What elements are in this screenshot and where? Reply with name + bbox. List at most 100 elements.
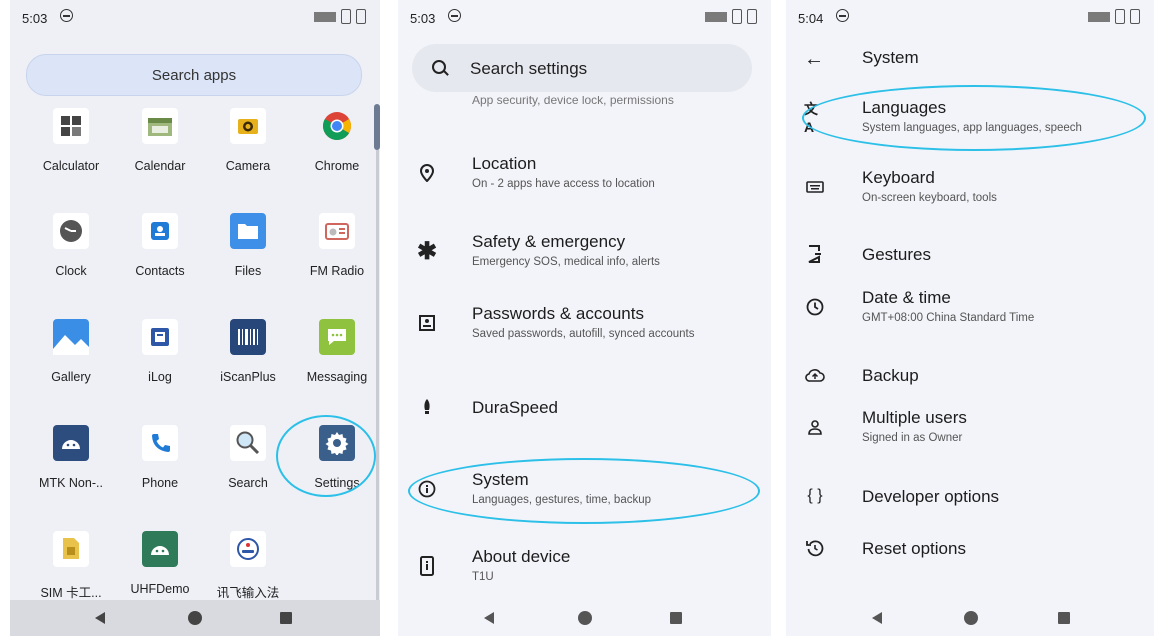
contacts-icon [142,213,178,249]
app-label: SIM 卡工... [40,586,102,600]
app-label: Camera [225,159,271,173]
app-label: Calendar [134,159,186,173]
info-icon [416,478,438,500]
system-item-languages[interactable]: 文A Languages System languages, app langu… [786,92,1154,148]
nav-recents-icon[interactable] [670,612,682,624]
chrome-icon [319,108,355,144]
ilog-icon [142,319,178,355]
app-label: Calculator [42,159,100,173]
search-apps-bar[interactable]: Search apps [26,54,362,96]
clock-icon [804,296,826,318]
nav-recents-icon[interactable] [280,612,292,624]
page-title: System [862,48,919,67]
nav-bar [786,600,1154,636]
item-subtitle: Saved passwords, autofill, synced accoun… [472,328,695,340]
settings-item-passwords-accounts[interactable]: Passwords & accounts Saved passwords, au… [398,298,771,354]
app-chrome[interactable]: Chrome [294,108,380,198]
system-item-multiple-users[interactable]: Multiple users Signed in as Owner [786,402,1154,458]
item-subtitle: T1U [472,571,494,583]
search-icon [230,425,266,461]
device-info-icon [416,555,438,577]
nav-home-icon[interactable] [964,611,978,625]
app-settings[interactable]: Settings [294,425,380,515]
app-messaging[interactable]: Messaging [294,319,380,409]
app-phone[interactable]: Phone [117,425,203,515]
nav-bar [398,600,771,636]
system-item-reset-options[interactable]: Reset options [786,523,1154,579]
app-calculator[interactable]: Calculator [28,108,114,198]
app-iscanplus[interactable]: iScanPlus [205,319,291,409]
translate-icon: 文A [804,101,818,135]
app-label: iScanPlus [220,370,276,384]
app-label: Search [228,476,268,490]
app-ilog[interactable]: iLog [117,319,203,409]
system-item-developer-options[interactable]: { } Developer options [786,471,1154,527]
item-title: Safety & emergency [472,232,626,251]
nav-back-icon[interactable] [95,612,105,624]
app-search[interactable]: Search [205,425,291,515]
app-contacts[interactable]: Contacts [117,213,203,303]
app-drawer-screen: 5:03 Search apps Calculator Calendar Cam… [10,0,380,636]
status-indicators [1088,9,1140,24]
settings-item-safety[interactable]: ✱ Safety & emergency Emergency SOS, medi… [398,226,771,282]
app-label: 讯飞输入法 [216,586,280,600]
system-item-date-time[interactable]: Date & time GMT+08:00 China Standard Tim… [786,282,1154,338]
settings-item-system[interactable]: System Languages, gestures, time, backup [398,464,771,520]
signal-icon [705,11,727,22]
keyboard-icon [804,176,826,198]
search-icon [432,60,446,74]
app-camera[interactable]: Camera [205,108,291,198]
system-item-gestures[interactable]: Gestures [786,229,1154,285]
reset-icon [804,537,826,559]
signal-icon [1088,11,1110,22]
app-label: Messaging [306,370,368,384]
app-files[interactable]: Files [205,213,291,303]
scroll-thumb[interactable] [374,104,380,150]
status-time: 5:04 [798,11,824,26]
app-label: Gallery [51,370,91,384]
battery-icon [732,9,742,24]
back-arrow-icon[interactable]: ← [804,48,824,71]
battery-icon [341,9,351,24]
nav-back-icon[interactable] [484,612,494,624]
item-subtitle: GMT+08:00 China Standard Time [862,312,1035,324]
item-subtitle: Languages, gestures, time, backup [472,494,652,506]
sim-toolkit-icon [53,531,89,567]
item-title: System [472,470,529,489]
status-time: 5:03 [410,11,436,26]
app-label: Clock [55,264,87,278]
app-fm-radio[interactable]: FM Radio [294,213,380,303]
nav-home-icon[interactable] [188,611,202,625]
system-settings-screen: 5:04 ← System 文A Languages System langua… [786,0,1154,636]
settings-screen: 5:03 Search settings App security, devic… [398,0,771,636]
gestures-icon [804,243,826,265]
app-calendar[interactable]: Calendar [117,108,203,198]
nav-back-icon[interactable] [872,612,882,624]
app-label: Files [234,264,262,278]
calculator-icon [53,108,89,144]
status-bar: 5:03 [398,0,771,34]
app-clock[interactable]: Clock [28,213,114,303]
clipped-subtitle: App security, device lock, permissions [472,96,674,107]
nav-home-icon[interactable] [578,611,592,625]
settings-item-duraspeed[interactable]: DuraSpeed [398,382,771,438]
status-bar: 5:04 [786,0,1154,34]
item-title: Gestures [862,245,931,264]
settings-item-location[interactable]: Location On - 2 apps have access to loca… [398,148,771,204]
battery-saver-icon [1130,9,1140,24]
system-item-backup[interactable]: Backup [786,350,1154,406]
search-settings-bar[interactable]: Search settings [412,44,752,92]
status-indicators [314,9,366,24]
app-label: Phone [141,476,179,490]
settings-item-about-device[interactable]: About device T1U [398,541,771,597]
app-mtk-non[interactable]: MTK Non-.. [28,425,114,515]
system-item-keyboard[interactable]: Keyboard On-screen keyboard, tools [786,162,1154,218]
app-label: Contacts [135,264,185,278]
asterisk-icon: ✱ [416,237,438,265]
item-subtitle: On-screen keyboard, tools [862,192,997,204]
settings-gear-icon [319,425,355,461]
app-label: MTK Non-.. [39,476,103,490]
nav-recents-icon[interactable] [1058,612,1070,624]
scroll-track [376,150,379,630]
app-gallery[interactable]: Gallery [28,319,114,409]
